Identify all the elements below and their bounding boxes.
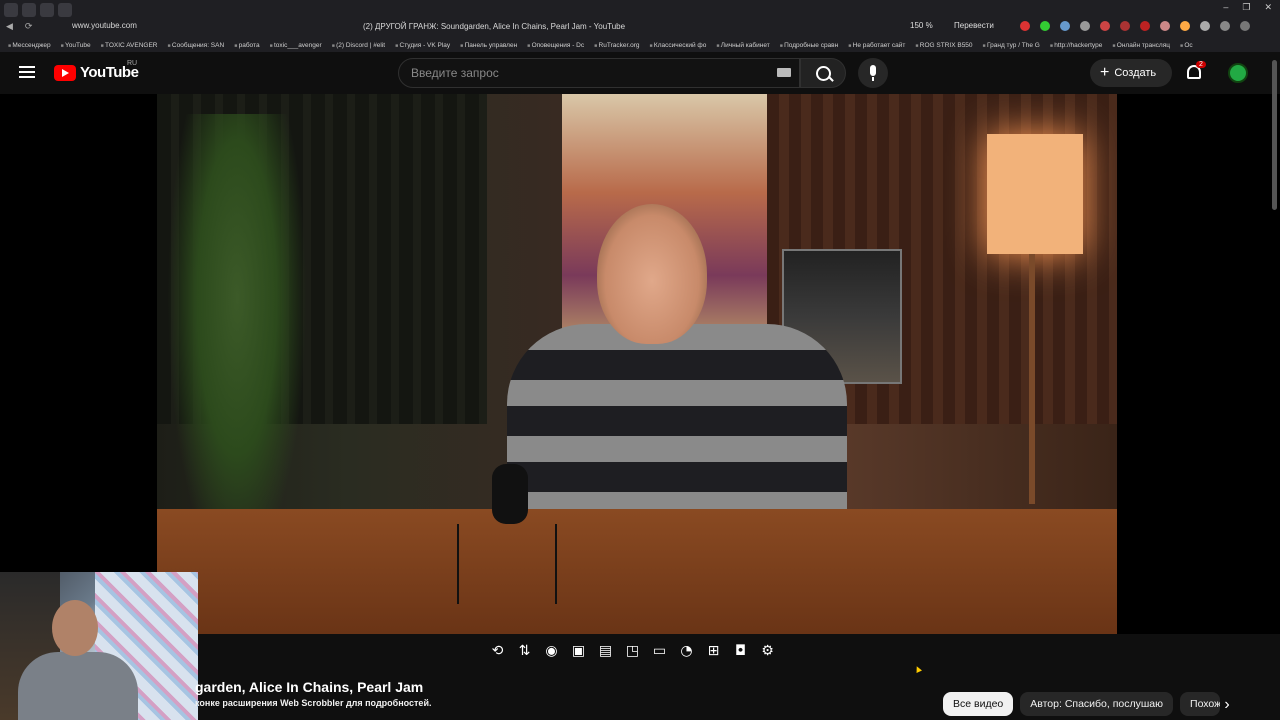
video-scene-lamp-pole xyxy=(1029,254,1035,504)
extensions-bar[interactable] xyxy=(1020,21,1250,31)
youtube-header: YouTube RU + Создать 2 xyxy=(0,52,1280,94)
browser-titlebar: ◀ ⟳ www.youtube.com (2) ДРУГОЙ ГРАНЖ: Sou… xyxy=(0,0,1280,38)
tab-strip-icons[interactable] xyxy=(4,3,72,17)
loop-icon[interactable]: ⟲ xyxy=(488,642,507,661)
streamer-webcam xyxy=(0,572,198,720)
gear-icon[interactable]: ⚙ xyxy=(758,642,777,661)
chip-author[interactable]: Автор: Спасибо, послушаю xyxy=(1020,692,1174,716)
voice-search-button[interactable] xyxy=(858,58,888,88)
notification-badge: 2 xyxy=(1196,61,1206,68)
webcam-person-head xyxy=(52,600,98,656)
browser-nav-buttons[interactable]: ◀ ⟳ xyxy=(6,21,32,32)
ext-icon[interactable] xyxy=(1200,21,1210,31)
ext-icon[interactable] xyxy=(1060,21,1070,31)
bookmark-item[interactable]: TOXIC AVENGER xyxy=(101,42,158,49)
speed-icon[interactable]: ◔ xyxy=(677,642,696,661)
bookmark-item[interactable]: Мессенджер xyxy=(8,42,50,49)
video-title: garden, Alice In Chains, Pearl Jam xyxy=(195,679,424,695)
bookmark-item[interactable]: Ос xyxy=(1180,42,1192,49)
close-icon[interactable]: ✕ xyxy=(1264,2,1272,13)
bookmark-item[interactable]: YouTube xyxy=(61,42,91,49)
refresh-icon[interactable]: ⟳ xyxy=(25,21,33,32)
bookmark-item[interactable]: Панель управлен xyxy=(460,42,518,49)
bookmark-item[interactable]: toxic___avenger xyxy=(270,42,322,49)
video-scene-lamp xyxy=(987,134,1083,254)
ext-icon[interactable] xyxy=(1120,21,1130,31)
ext-icon[interactable] xyxy=(1140,21,1150,31)
minimize-icon[interactable]: – xyxy=(1223,2,1228,13)
bookmark-item[interactable]: Подробные сравн xyxy=(780,42,838,49)
page-scrollbar[interactable] xyxy=(1272,60,1277,210)
bookmark-item[interactable]: (2) Discord | #elit xyxy=(332,42,385,49)
related-chips: Все видео Автор: Спасибо, послушаю Похож… xyxy=(943,692,1221,716)
bookmark-item[interactable]: Студия - VK Play xyxy=(395,42,451,49)
bookmark-item[interactable]: Классический фо xyxy=(650,42,706,49)
sort-icon[interactable]: ⇅ xyxy=(515,642,534,661)
bookmark-item[interactable]: http://hackertype xyxy=(1050,42,1102,49)
create-button[interactable]: + Создать xyxy=(1090,59,1172,87)
url-bar[interactable]: www.youtube.com xyxy=(72,21,137,30)
ext-icon[interactable] xyxy=(1220,21,1230,31)
bookmark-item[interactable]: ROG STRIX B550 xyxy=(915,42,973,49)
ext-icon[interactable] xyxy=(1080,21,1090,31)
broadcast-icon[interactable]: ◉ xyxy=(542,642,561,661)
translate-button[interactable]: Перевести xyxy=(954,21,994,30)
search-input[interactable] xyxy=(399,59,799,87)
video-scene-person-body xyxy=(507,324,847,534)
chevron-right-icon[interactable]: › xyxy=(1218,696,1236,714)
bookmarks-bar[interactable]: Мессенджер YouTube TOXIC AVENGER Сообщения:… xyxy=(0,38,1280,52)
notifications-button[interactable]: 2 xyxy=(1186,61,1206,82)
menu-icon[interactable] xyxy=(19,66,35,78)
avatar[interactable] xyxy=(1228,63,1248,83)
bookmark-item[interactable]: Личный кабинет xyxy=(716,42,770,49)
bookmark-item[interactable]: RuTracker.org xyxy=(594,42,640,49)
bookmark-item[interactable]: работа xyxy=(234,42,260,49)
plus-icon: + xyxy=(1100,64,1110,81)
screenshot-icon[interactable]: ◘ xyxy=(731,642,750,661)
chip-all-videos[interactable]: Все видео xyxy=(943,692,1014,716)
back-icon[interactable]: ◀ xyxy=(6,21,13,32)
video-scene-plant xyxy=(167,114,307,574)
zoom-level[interactable]: 150 % xyxy=(910,21,933,30)
keyboard-icon[interactable] xyxy=(777,68,791,77)
ext-icon[interactable] xyxy=(1180,21,1190,31)
add-screen-icon[interactable]: ⊞ xyxy=(704,642,723,661)
player-toolbar: ⟲ ⇅ ◉ ▣ ▤ ◳ ▭ ◔ ⊞ ◘ ⚙ xyxy=(488,642,777,661)
settings-video-icon[interactable]: ▣ xyxy=(569,642,588,661)
video-scene-microphone xyxy=(492,464,528,524)
tab-title: (2) ДРУГОЙ ГРАНЖ: Soundgarden, Alice In … xyxy=(363,22,626,31)
bookmark-item[interactable]: Оповещения - Dc xyxy=(527,42,585,49)
video-player[interactable] xyxy=(0,94,1280,634)
video-frame[interactable] xyxy=(157,94,1117,634)
webcam-person-body xyxy=(18,652,138,720)
search-box[interactable] xyxy=(398,58,800,88)
restore-icon[interactable]: ❐ xyxy=(1242,2,1250,13)
ext-icon[interactable] xyxy=(1240,21,1250,31)
ext-icon[interactable] xyxy=(1040,21,1050,31)
clapper-icon[interactable]: ▤ xyxy=(596,642,615,661)
ext-icon[interactable] xyxy=(1100,21,1110,31)
youtube-play-icon xyxy=(54,64,76,81)
video-scene-person-head xyxy=(597,204,707,344)
video-scene-desk xyxy=(157,509,1117,634)
bookmark-item[interactable]: Не работает сайт xyxy=(848,42,906,49)
mouse-cursor xyxy=(914,665,922,673)
scrobbler-note[interactable]: конке расширения Web Scrobbler для подро… xyxy=(195,698,431,708)
ext-icon[interactable] xyxy=(1020,21,1030,31)
theater-icon[interactable]: ▭ xyxy=(650,642,669,661)
chip-related[interactable]: Похожие xyxy=(1180,692,1221,716)
bookmark-item[interactable]: Онлайн трансляц xyxy=(1112,42,1170,49)
create-label: Создать xyxy=(1114,67,1157,79)
pip-icon[interactable]: ◳ xyxy=(623,642,642,661)
video-scene-mic-stand xyxy=(457,524,557,604)
window-controls[interactable]: – ❐ ✕ xyxy=(1223,2,1272,13)
region-code: RU xyxy=(127,60,138,67)
search-button[interactable] xyxy=(800,58,846,88)
bookmark-item[interactable]: Сообщения: SAN xyxy=(168,42,224,49)
ext-icon[interactable] xyxy=(1160,21,1170,31)
bookmark-item[interactable]: Гранд тур / The G xyxy=(983,42,1040,49)
youtube-logo[interactable]: YouTube RU xyxy=(54,60,139,81)
